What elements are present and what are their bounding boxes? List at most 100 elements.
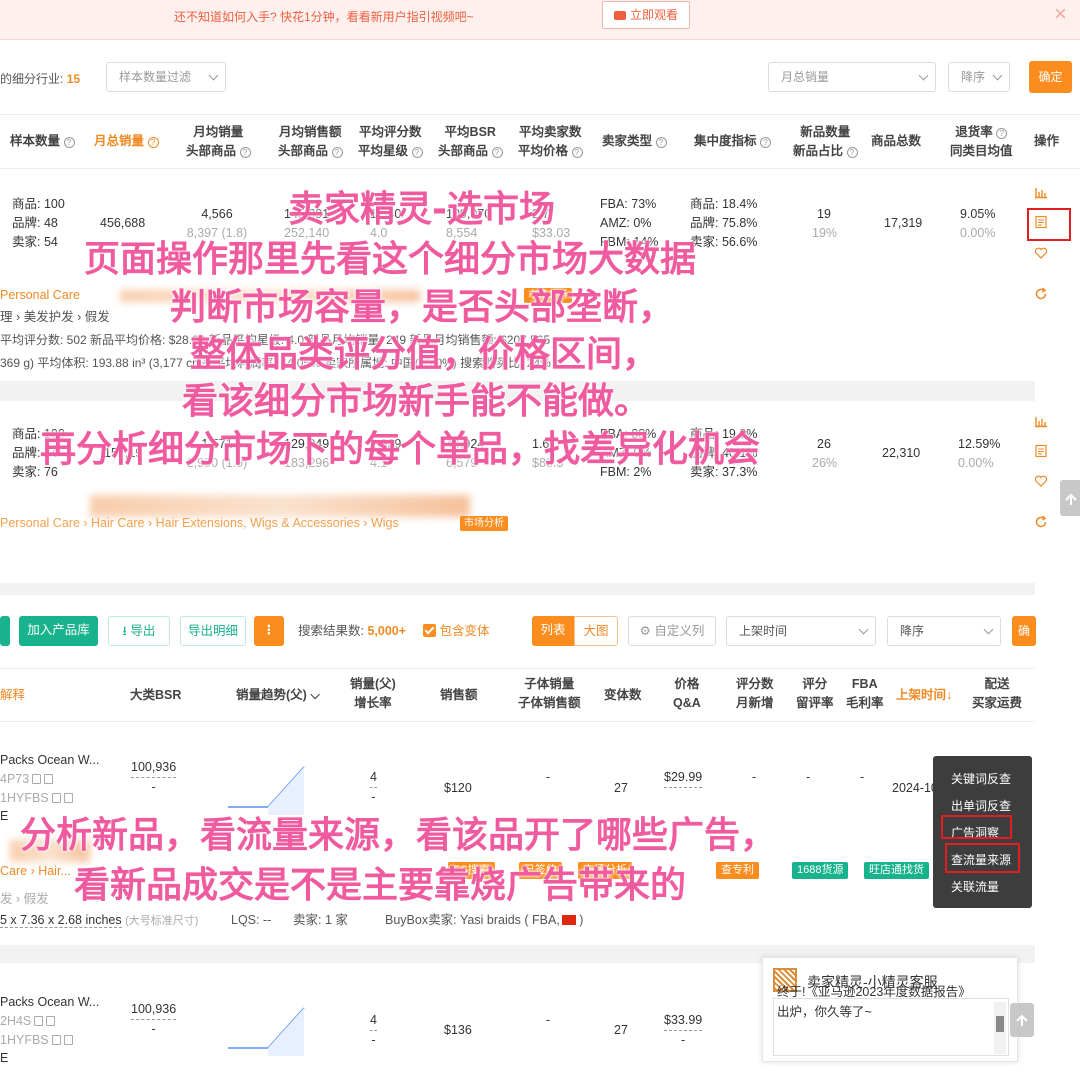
growth-value: - <box>371 1033 376 1047</box>
parent-asin-value: 1HYFBS <box>0 1033 49 1047</box>
th-child-sales[interactable]: 子体销量 子体销售额 <box>518 675 581 713</box>
sales-value: 4 <box>370 1011 377 1031</box>
th-explain[interactable]: 解释 <box>0 686 25 705</box>
close-icon[interactable]: × <box>1054 3 1067 25</box>
include-variants-label: 包含变体 <box>439 624 490 638</box>
menu-keyword-reverse[interactable]: 关键词反查 <box>951 770 1011 787</box>
p2-sales: 4- <box>370 1011 377 1050</box>
th-price[interactable]: 价格 Q&A <box>673 675 701 713</box>
th-avg-revenue[interactable]: 月均销售额 头部商品 ? <box>278 123 343 161</box>
view-grid-button[interactable]: 大图 <box>574 616 618 646</box>
th-sub-label: 头部商品 <box>186 144 237 158</box>
scroll-top-button[interactable] <box>1010 1003 1034 1037</box>
p1-title[interactable]: Packs Ocean W... <box>0 751 99 770</box>
export-detail-button[interactable]: 导出明细 <box>180 616 246 646</box>
badge-patent[interactable]: 查专利 <box>716 862 759 879</box>
th-sellers[interactable]: 平均卖家数 平均价格 ? <box>518 123 583 161</box>
bar-chart-icon[interactable] <box>1034 414 1048 428</box>
row1-sample: 商品: 100 品牌: 48 卖家: 54 <box>12 195 65 252</box>
th-label: 销量趋势(父) <box>236 688 307 702</box>
p2-extra: E <box>0 1051 9 1065</box>
th-sales-trend[interactable]: 销量趋势(父) ⌵ <box>236 686 320 705</box>
copy-icon[interactable] <box>32 774 42 784</box>
p1-lqs: LQS: -- <box>231 913 272 927</box>
sort-field-select[interactable]: 月总销量 <box>768 62 936 92</box>
p2-child: - <box>546 1013 551 1027</box>
include-variants-checkbox[interactable]: 包含变体 <box>423 622 490 641</box>
th-fba[interactable]: FBA 毛利率 <box>846 675 884 713</box>
th-sub-label: Q&A <box>673 696 701 710</box>
sales-trend-sparkline <box>228 1007 305 1056</box>
badge-1688[interactable]: 1688货源 <box>792 862 849 879</box>
th-monthly-total[interactable]: 月总销量 ? <box>94 132 159 151</box>
report-icon[interactable] <box>1034 444 1048 458</box>
p1-variants: 27 <box>614 781 628 795</box>
th-variants[interactable]: 变体数 <box>604 686 642 705</box>
th-listed-date[interactable]: 上架时间↓ <box>896 686 952 705</box>
more-left-button[interactable] <box>0 616 10 646</box>
p1-category[interactable]: Care › Hair... <box>0 862 71 881</box>
scroll-top-button[interactable] <box>1060 480 1080 516</box>
sample-filter-select[interactable]: 样本数量过滤 <box>106 62 226 92</box>
more-menu-button[interactable]: ⋮ <box>254 616 284 646</box>
copy-icon[interactable] <box>51 793 61 803</box>
chat-scrollbar[interactable] <box>994 1002 1006 1054</box>
sort-order-select[interactable]: 降序 <box>948 62 1010 92</box>
product-confirm-button[interactable]: 确 <box>1012 616 1036 646</box>
help-icon: ? <box>491 147 503 158</box>
view-list-button[interactable]: 列表 <box>532 616 574 646</box>
th-sub-label: 月新增 <box>736 696 774 710</box>
external-link-icon[interactable] <box>63 793 73 803</box>
heart-icon[interactable] <box>1034 246 1048 260</box>
th-sample[interactable]: 样本数量 ? <box>10 132 75 151</box>
th-seller-type[interactable]: 卖家类型 ? <box>602 132 667 151</box>
row1-category[interactable]: Personal Care <box>0 286 80 305</box>
help-icon: ? <box>411 147 423 158</box>
th-concentration[interactable]: 集中度指标 ? <box>694 132 771 151</box>
bar-chart-icon[interactable] <box>1034 185 1048 199</box>
th-total[interactable]: 商品总数 <box>871 132 921 151</box>
th-revenue[interactable]: 销售额 <box>440 686 478 705</box>
th-new-products[interactable]: 新品数量 新品占比 ? <box>793 123 858 161</box>
copy-icon[interactable] <box>34 1016 44 1026</box>
th-bsr[interactable]: 平均BSR 头部商品 ? <box>438 123 503 161</box>
th-rating[interactable]: 平均评分数 平均星级 ? <box>358 123 423 161</box>
th-shipping[interactable]: 配送 买家运费 <box>972 675 1022 713</box>
p2-title[interactable]: Packs Ocean W... <box>0 993 99 1012</box>
add-library-button[interactable]: 加入产品库 <box>19 616 98 646</box>
row1-path: 理 › 美发护发 › 假发 <box>0 310 110 324</box>
sales-value: 4 <box>370 768 377 788</box>
product-sort-order-select[interactable]: 降序 <box>887 616 1001 646</box>
custom-columns-label: 自定义列 <box>654 624 705 638</box>
menu-order-keyword-reverse[interactable]: 出单词反查 <box>951 797 1011 814</box>
bsr-sub: - <box>151 780 156 794</box>
external-link-icon[interactable] <box>63 1035 73 1045</box>
export-button[interactable]: ⭳ 导出 <box>108 616 170 646</box>
external-link-icon[interactable] <box>44 774 54 784</box>
menu-related-traffic[interactable]: 关联流量 <box>951 878 999 895</box>
th-sub-label: 新品占比 <box>793 144 844 158</box>
sub-industry-number: 15 <box>66 72 81 86</box>
th-sales[interactable]: 销量(父) 增长率 <box>350 675 396 713</box>
watch-video-button[interactable]: 立即观看 <box>602 1 690 29</box>
refresh-icon[interactable] <box>1034 515 1048 529</box>
th-ratings[interactable]: 评分数 月新增 <box>736 675 774 713</box>
copy-icon[interactable] <box>51 1035 61 1045</box>
chat-widget[interactable]: 卖家精灵-小精灵客服 终于!《亚马逊2023年度数据报告》出炉，你久等了~ <box>762 957 1018 1062</box>
badge-wangdiantong[interactable]: 旺店通找货 <box>864 862 929 879</box>
row2-category[interactable]: Personal Care › Hair Care › Hair Extensi… <box>0 514 399 533</box>
market-analysis-tag[interactable]: 市场分析 <box>460 516 508 531</box>
th-avg-sales[interactable]: 月均销量 头部商品 ? <box>186 123 251 161</box>
th-bsr[interactable]: 大类BSR <box>130 686 181 705</box>
heart-icon[interactable] <box>1034 474 1048 488</box>
confirm-button[interactable]: 确定 <box>1029 61 1072 93</box>
result-label: 搜索结果数: <box>298 624 364 638</box>
refresh-icon[interactable] <box>1034 287 1048 301</box>
product-sort-field-select[interactable]: 上架时间 <box>726 616 876 646</box>
external-link-icon[interactable] <box>46 1016 56 1026</box>
th-label: 新品数量 <box>800 125 851 139</box>
sort-order-text: 降序 <box>900 624 925 638</box>
custom-columns-button[interactable]: ⚙ 自定义列 <box>628 616 716 646</box>
th-star[interactable]: 评分 留评率 <box>796 675 834 713</box>
th-return-rate[interactable]: 退货率 ? 同类目均值 <box>950 123 1013 161</box>
